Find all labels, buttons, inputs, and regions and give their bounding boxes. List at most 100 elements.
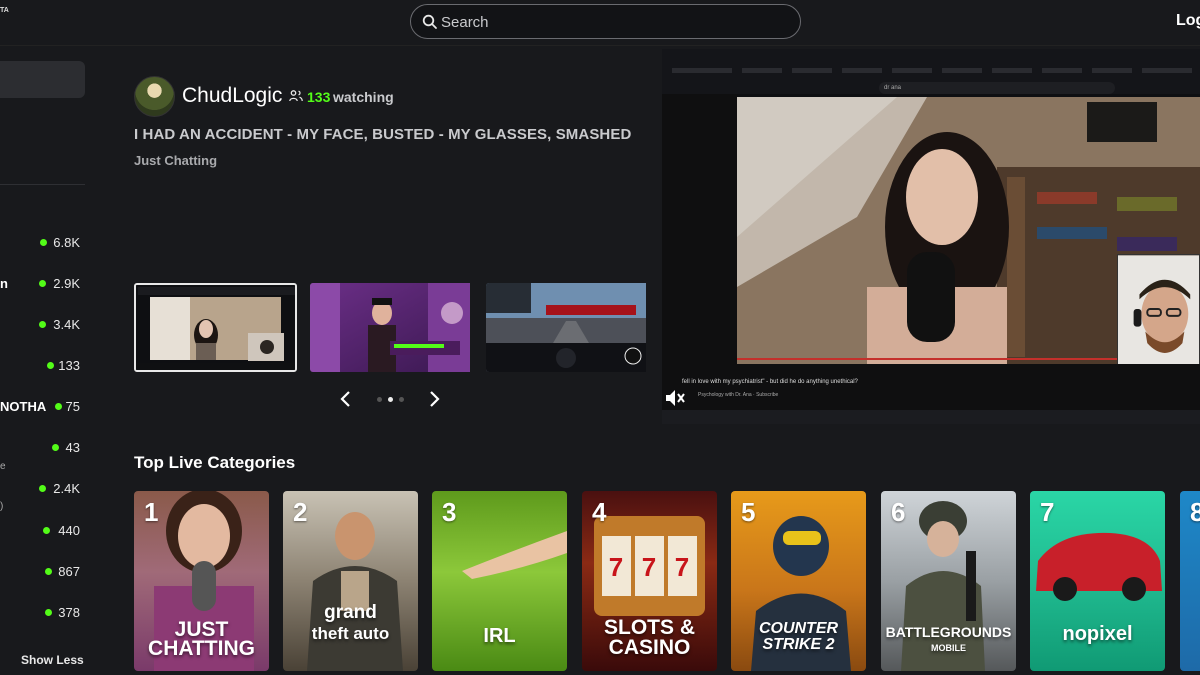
- sidebar-divider: [0, 184, 85, 185]
- sidebar: 6.8K n 2.9K 3.4K 133 NOTHA 75 43 e 2.4K …: [0, 47, 86, 675]
- category-rank: 2: [293, 497, 308, 527]
- search-input[interactable]: Search: [441, 14, 489, 31]
- featured-thumbnail[interactable]: [134, 283, 297, 372]
- category-rank: 6: [891, 497, 906, 527]
- live-dot: [39, 485, 46, 492]
- category-card-pubg-mobile[interactable]: 6 BATTLEGROUNDS MOBILE: [881, 491, 1016, 671]
- captured-browser-bar: dr ana: [662, 49, 1200, 94]
- captured-taskbar: [662, 410, 1200, 424]
- chevron-right-icon[interactable]: [424, 389, 444, 409]
- chevron-left-icon[interactable]: [336, 389, 356, 409]
- captured-address-bar: dr ana: [879, 82, 1115, 94]
- category-title: SLOTS &: [603, 616, 695, 639]
- sidebar-channel-row[interactable]: 43: [0, 439, 82, 457]
- search-bar[interactable]: Search: [410, 4, 801, 39]
- viewer-count: 378: [58, 605, 80, 620]
- channel-subtitle: e: [0, 461, 6, 472]
- category-title: IRL: [483, 625, 516, 647]
- category-title: CHATTING: [148, 637, 255, 660]
- sidebar-channel-row[interactable]: 133: [0, 357, 82, 375]
- carousel-dot-active[interactable]: [388, 397, 393, 402]
- category-title: MOBILE: [931, 643, 966, 653]
- logo[interactable]: TA: [0, 7, 9, 14]
- category-card-just-chatting[interactable]: 1 JUST CHATTING: [134, 491, 269, 671]
- show-less-button[interactable]: Show Less: [21, 653, 84, 667]
- live-dot: [52, 444, 59, 451]
- sidebar-channel-row[interactable]: 867: [0, 563, 82, 581]
- captured-channel-name: Psychology with Dr. Ana · Subscribe: [698, 392, 779, 398]
- top-bar: TA Search Log: [0, 0, 1200, 46]
- category-card-counter-strike-2[interactable]: 5 COUNTER STRIKE 2: [731, 491, 866, 671]
- sidebar-channel-row[interactable]: 2.4K: [0, 480, 82, 498]
- category-rank: 8: [1190, 497, 1200, 527]
- live-dot: [45, 609, 52, 616]
- carousel-thumbnail[interactable]: [486, 283, 649, 372]
- sidebar-channel-row[interactable]: n 2.9K: [0, 275, 82, 293]
- category-card-nopixel[interactable]: 7 nopixel: [1030, 491, 1165, 671]
- live-dot: [40, 239, 47, 246]
- sidebar-channel-row[interactable]: 378: [0, 604, 82, 622]
- category-title: grand: [324, 602, 377, 623]
- captured-sidebar: [662, 94, 737, 364]
- sidebar-channel-row[interactable]: 6.8K: [0, 234, 82, 252]
- category-rank: 7: [1040, 497, 1055, 527]
- viewer-count: 75: [65, 399, 80, 414]
- sidebar-active-item[interactable]: [0, 61, 85, 98]
- category-title: COUNTER: [758, 620, 839, 637]
- viewer-label: watching: [333, 89, 394, 105]
- viewer-count: 43: [65, 440, 80, 455]
- channel-avatar[interactable]: [134, 76, 175, 117]
- muted-speaker-icon[interactable]: [664, 387, 686, 409]
- viewer-count: 2.4K: [53, 481, 80, 496]
- channel-subtitle: ): [0, 501, 4, 512]
- carousel-thumbnail[interactable]: [310, 283, 473, 372]
- category-title: BATTLEGROUNDS: [885, 624, 1012, 640]
- svg-text:7: 7: [675, 552, 689, 582]
- category-card-8[interactable]: 8: [1180, 491, 1200, 671]
- captured-tabs: [662, 49, 1200, 79]
- video-progress[interactable]: [737, 358, 1117, 360]
- webcam-inset: [1117, 254, 1200, 366]
- channel-name: n: [0, 276, 8, 291]
- sidebar-channel-row[interactable]: 3.4K: [0, 316, 82, 334]
- section-heading: Top Live Categories: [134, 453, 296, 472]
- svg-text:7: 7: [642, 552, 656, 582]
- category-title: CASINO: [608, 636, 691, 659]
- channel-name: NOTHA: [0, 399, 47, 414]
- viewer-count: 3.4K: [53, 317, 80, 332]
- login-button[interactable]: Log: [1176, 12, 1200, 30]
- category-rank: 1: [144, 497, 159, 527]
- stream-category[interactable]: Just Chatting: [134, 153, 217, 168]
- viewer-count: 440: [58, 523, 80, 538]
- category-card-irl[interactable]: 3 IRL: [432, 491, 567, 671]
- thumbnail-image: [486, 283, 646, 372]
- carousel-dot[interactable]: [399, 397, 404, 402]
- viewer-count: 867: [58, 564, 80, 579]
- category-title: nopixel: [1062, 623, 1133, 645]
- category-card-gta[interactable]: 2 grand theft auto: [283, 491, 418, 671]
- category-title: STRIKE 2: [762, 636, 835, 653]
- captured-video-title: fell in love with my psychiatrist" - but…: [682, 379, 858, 385]
- viewers-icon: [289, 90, 303, 102]
- live-dot: [55, 403, 62, 410]
- live-dot: [45, 568, 52, 575]
- category-card-slots-casino[interactable]: 7 7 7 4 SLOTS & CASINO: [582, 491, 717, 671]
- live-dot: [47, 362, 54, 369]
- viewer-count: 133: [307, 89, 331, 105]
- search-icon: [422, 14, 437, 29]
- stream-title: I HAD AN ACCIDENT - MY FACE, BUSTED - MY…: [134, 126, 632, 143]
- carousel-dot[interactable]: [377, 397, 382, 402]
- live-dot: [39, 280, 46, 287]
- category-title: theft auto: [311, 624, 390, 643]
- category-rank: 3: [442, 497, 457, 527]
- viewer-count: 2.9K: [53, 276, 80, 291]
- category-rank: 5: [741, 497, 756, 527]
- featured-channel-name[interactable]: ChudLogic: [182, 84, 282, 108]
- sidebar-channel-row[interactable]: NOTHA 75: [0, 398, 82, 416]
- category-rank: 4: [592, 497, 607, 527]
- sidebar-channel-row[interactable]: 440: [0, 522, 82, 540]
- thumbnail-image: [310, 283, 470, 372]
- stream-player[interactable]: dr ana fell in love with my psychiatrist…: [662, 49, 1200, 424]
- live-dot: [43, 527, 50, 534]
- live-dot: [39, 321, 46, 328]
